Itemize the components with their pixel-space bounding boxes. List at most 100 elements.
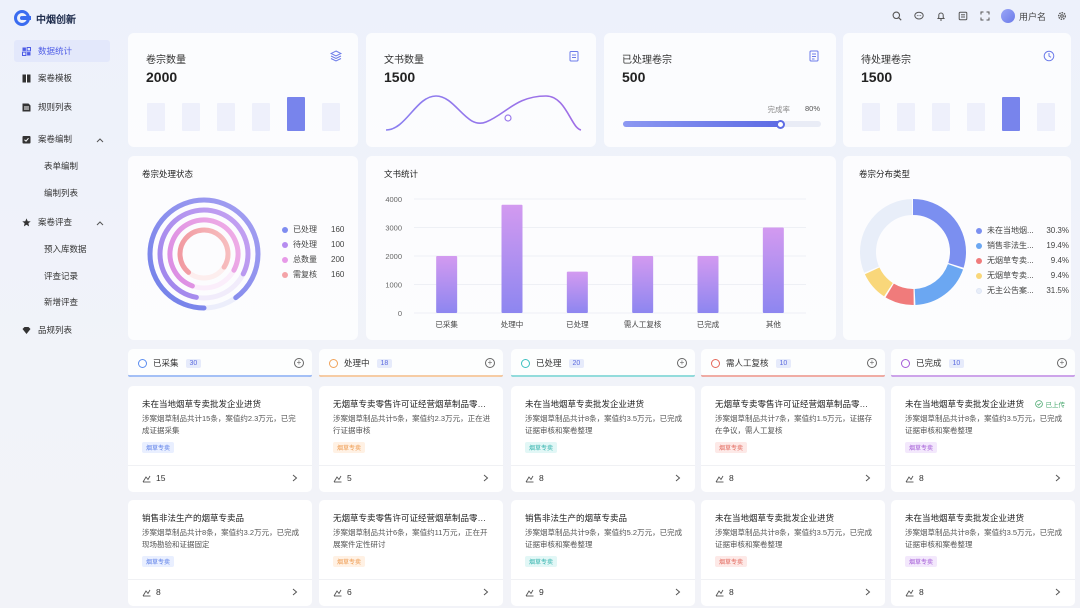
bell-icon[interactable]: [935, 10, 947, 22]
chevron-right-icon[interactable]: [865, 588, 871, 596]
legend-item: 需复核 160: [282, 269, 344, 280]
divider: [511, 579, 695, 580]
chevron-right-icon[interactable]: [865, 474, 871, 482]
chevron-right-icon[interactable]: [1055, 588, 1061, 596]
sidebar-item-compile[interactable]: 案卷编制: [14, 128, 110, 150]
task-card[interactable]: 未在当地烟草专卖批发企业进货 涉案烟草制品共计8条，案值约3.5万元，已完成证据审…: [701, 500, 885, 606]
chevron-right-icon[interactable]: [292, 588, 298, 596]
task-card[interactable]: 无烟草专卖零售许可证经营烟草制品零售... 涉案烟草制品共计5条，案值约2.3万元…: [319, 386, 503, 492]
divider: [319, 579, 503, 580]
task-tag: 烟草专卖: [715, 442, 748, 453]
column-count: 18: [376, 358, 393, 368]
logo[interactable]: 中烟创新: [14, 9, 76, 27]
document-icon[interactable]: [957, 10, 969, 22]
chevron-right-icon[interactable]: [483, 474, 489, 482]
attachment-icon: [905, 589, 914, 596]
column-header-0[interactable]: 已采集 30 +: [128, 349, 312, 377]
legend-item: 无烟草专卖... 9.4%: [976, 255, 1069, 266]
template-icon: [22, 74, 31, 83]
column-header-3[interactable]: 需人工复核 10 +: [701, 349, 885, 377]
add-icon[interactable]: +: [294, 358, 304, 368]
task-title: 无烟草专卖零售许可证经营烟草制品零售...: [715, 399, 875, 409]
sidebar-item-compile-list[interactable]: 编制列表: [14, 182, 110, 204]
legend-item: 待处理 100: [282, 239, 344, 250]
sidebar-item-review-records[interactable]: 评查记录: [14, 265, 110, 287]
add-icon[interactable]: +: [677, 358, 687, 368]
task-card[interactable]: 无烟草专卖零售许可证经营烟草制品零售... 涉案烟草制品共计6条，案值约11万元，…: [319, 500, 503, 606]
add-icon[interactable]: +: [1057, 358, 1067, 368]
legend-dot: [976, 272, 982, 279]
task-description: 涉案烟草制品共计9条，案值约5.2万元，已完成证据审核和案卷整理: [525, 528, 683, 549]
chevron-right-icon[interactable]: [292, 474, 298, 482]
task-count: 8: [142, 587, 161, 597]
sidebar-item-specs[interactable]: 品规列表: [14, 319, 110, 341]
logo-icon: [14, 9, 32, 27]
sidebar-item-new-review[interactable]: 新增评查: [14, 291, 110, 313]
task-tag: 烟草专卖: [525, 556, 558, 567]
username[interactable]: 用户名: [1019, 10, 1046, 23]
bar-处理中[interactable]: [501, 204, 523, 313]
sidebar: 数据统计 案卷模板 规则列表 案卷编制 表单编制 编制列表 案卷评查 预入库数据…: [8, 34, 118, 600]
x-tick-label: 已处理: [566, 319, 589, 329]
panel-title: 卷宗处理状态: [142, 169, 194, 179]
legend-value: 31.5%: [1046, 286, 1069, 295]
bar-其他[interactable]: [762, 227, 784, 314]
chevron-right-icon[interactable]: [675, 588, 681, 596]
bar-已处理[interactable]: [566, 271, 588, 313]
sidebar-item-label: 预入库数据: [44, 244, 87, 254]
task-card[interactable]: 销售非法生产的烟草专卖品 涉案烟草制品共计9条，案值约5.2万元，已完成证据审核和…: [511, 500, 695, 606]
sidebar-item-label: 案卷模板: [38, 73, 73, 83]
panel-title: 卷宗分布类型: [859, 169, 911, 179]
mini-bar: [967, 103, 985, 131]
task-card[interactable]: 未在当地烟草专卖批发企业进货 涉案烟草制品共计15条，案值约2.3万元，已完成证据…: [128, 386, 312, 492]
sidebar-item-form-compile[interactable]: 表单编制: [14, 155, 110, 177]
stat-title: 卷宗数量: [146, 55, 186, 66]
y-tick-label: 3000: [385, 224, 402, 233]
bar-需人工复核[interactable]: [632, 256, 654, 313]
message-icon[interactable]: [913, 10, 925, 22]
task-count-value: 8: [729, 473, 734, 483]
task-card[interactable]: 未在当地烟草专卖批发企业进货 涉案烟草制品共计8条，案值约3.5万元，已完成证据审…: [511, 386, 695, 492]
sidebar-item-rules[interactable]: 规则列表: [14, 96, 110, 118]
sidebar-item-data-stats[interactable]: 数据统计: [14, 40, 110, 62]
bar-已完成[interactable]: [697, 256, 719, 313]
task-description: 涉案烟草制品共计8条，案值约3.2万元，已完成现场勘验和证据固定: [142, 528, 300, 549]
fullscreen-icon[interactable]: [979, 10, 991, 22]
legend-item: 销售非法生... 19.4%: [976, 240, 1069, 251]
column-title: 处理中: [344, 358, 370, 368]
task-card[interactable]: 销售非法生产的烟草专卖品 涉案烟草制品共计8条，案值约3.2万元，已完成现场勘验和…: [128, 500, 312, 606]
task-card[interactable]: 未在当地烟草专卖批发企业进货 涉案烟草制品共计8条，案值约3.5万元，已完成证据审…: [891, 500, 1075, 606]
divider: [128, 465, 312, 466]
column-title: 已完成: [916, 358, 942, 368]
badge-label: 已上传: [1045, 402, 1066, 409]
stat-card-processed: 已处理卷宗 500 完成率 80%: [604, 33, 836, 147]
chevron-right-icon[interactable]: [1055, 474, 1061, 482]
sidebar-item-review[interactable]: 案卷评查: [14, 211, 110, 233]
sidebar-item-pre-storage[interactable]: 预入库数据: [14, 238, 110, 260]
legend-item: 已处理 160: [282, 224, 344, 235]
user-avatar[interactable]: [1000, 9, 1015, 23]
task-card[interactable]: 无烟草专卖零售许可证经营烟草制品零售... 涉案烟草制品共计7条，案值约1.5万元…: [701, 386, 885, 492]
chevron-right-icon[interactable]: [675, 474, 681, 482]
clock-icon: [1043, 50, 1055, 62]
search-icon[interactable]: [891, 10, 903, 22]
task-title: 未在当地烟草专卖批发企业进货: [525, 399, 645, 409]
column-header-4[interactable]: 已完成 10 +: [891, 349, 1075, 377]
status-rings: [147, 197, 261, 311]
chevron-right-icon[interactable]: [483, 588, 489, 596]
sidebar-item-templates[interactable]: 案卷模板: [14, 67, 110, 89]
add-icon[interactable]: +: [867, 358, 877, 368]
settings-icon[interactable]: [1056, 10, 1068, 22]
task-tag: 烟草专卖: [333, 556, 366, 567]
add-icon[interactable]: +: [485, 358, 495, 368]
column-header-1[interactable]: 处理中 18 +: [319, 349, 503, 377]
status-panel: 卷宗处理状态 已处理 160 待处理 100 总数量 200 需复核 160: [128, 156, 358, 340]
x-tick-label: 处理中: [501, 319, 524, 329]
task-description: 涉案烟草制品共计8条，案值约3.5万元，已完成证据审核和案卷整理: [905, 528, 1063, 549]
status-ring-icon: [521, 358, 530, 368]
column-header-2[interactable]: 已处理 20 +: [511, 349, 695, 377]
task-tag: 烟草专卖: [905, 442, 938, 453]
bar-已采集[interactable]: [436, 256, 458, 313]
status-ring-icon: [711, 358, 720, 368]
task-card[interactable]: 未在当地烟草专卖批发企业进货 涉案烟草制品共计8条，案值约3.5万元，已完成证据审…: [891, 386, 1075, 492]
